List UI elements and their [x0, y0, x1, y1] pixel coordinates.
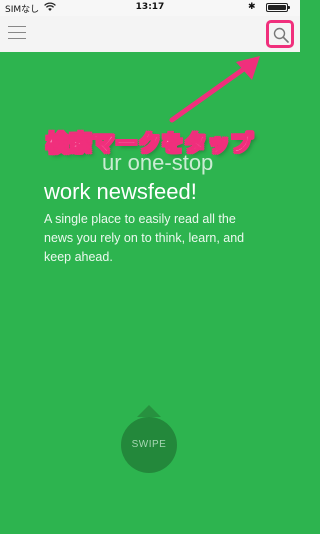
swipe-button[interactable]: SWIPE: [121, 417, 177, 473]
annotation-label: 検索マークをタップ: [46, 132, 254, 158]
headline-text: work newsfeed!: [44, 179, 197, 204]
swipe-up-arrow-icon: [137, 405, 161, 417]
hero-headline: ur one-stop work newsfeed!: [44, 150, 284, 205]
hero-description: A single place to easily read all the ne…: [44, 212, 245, 264]
